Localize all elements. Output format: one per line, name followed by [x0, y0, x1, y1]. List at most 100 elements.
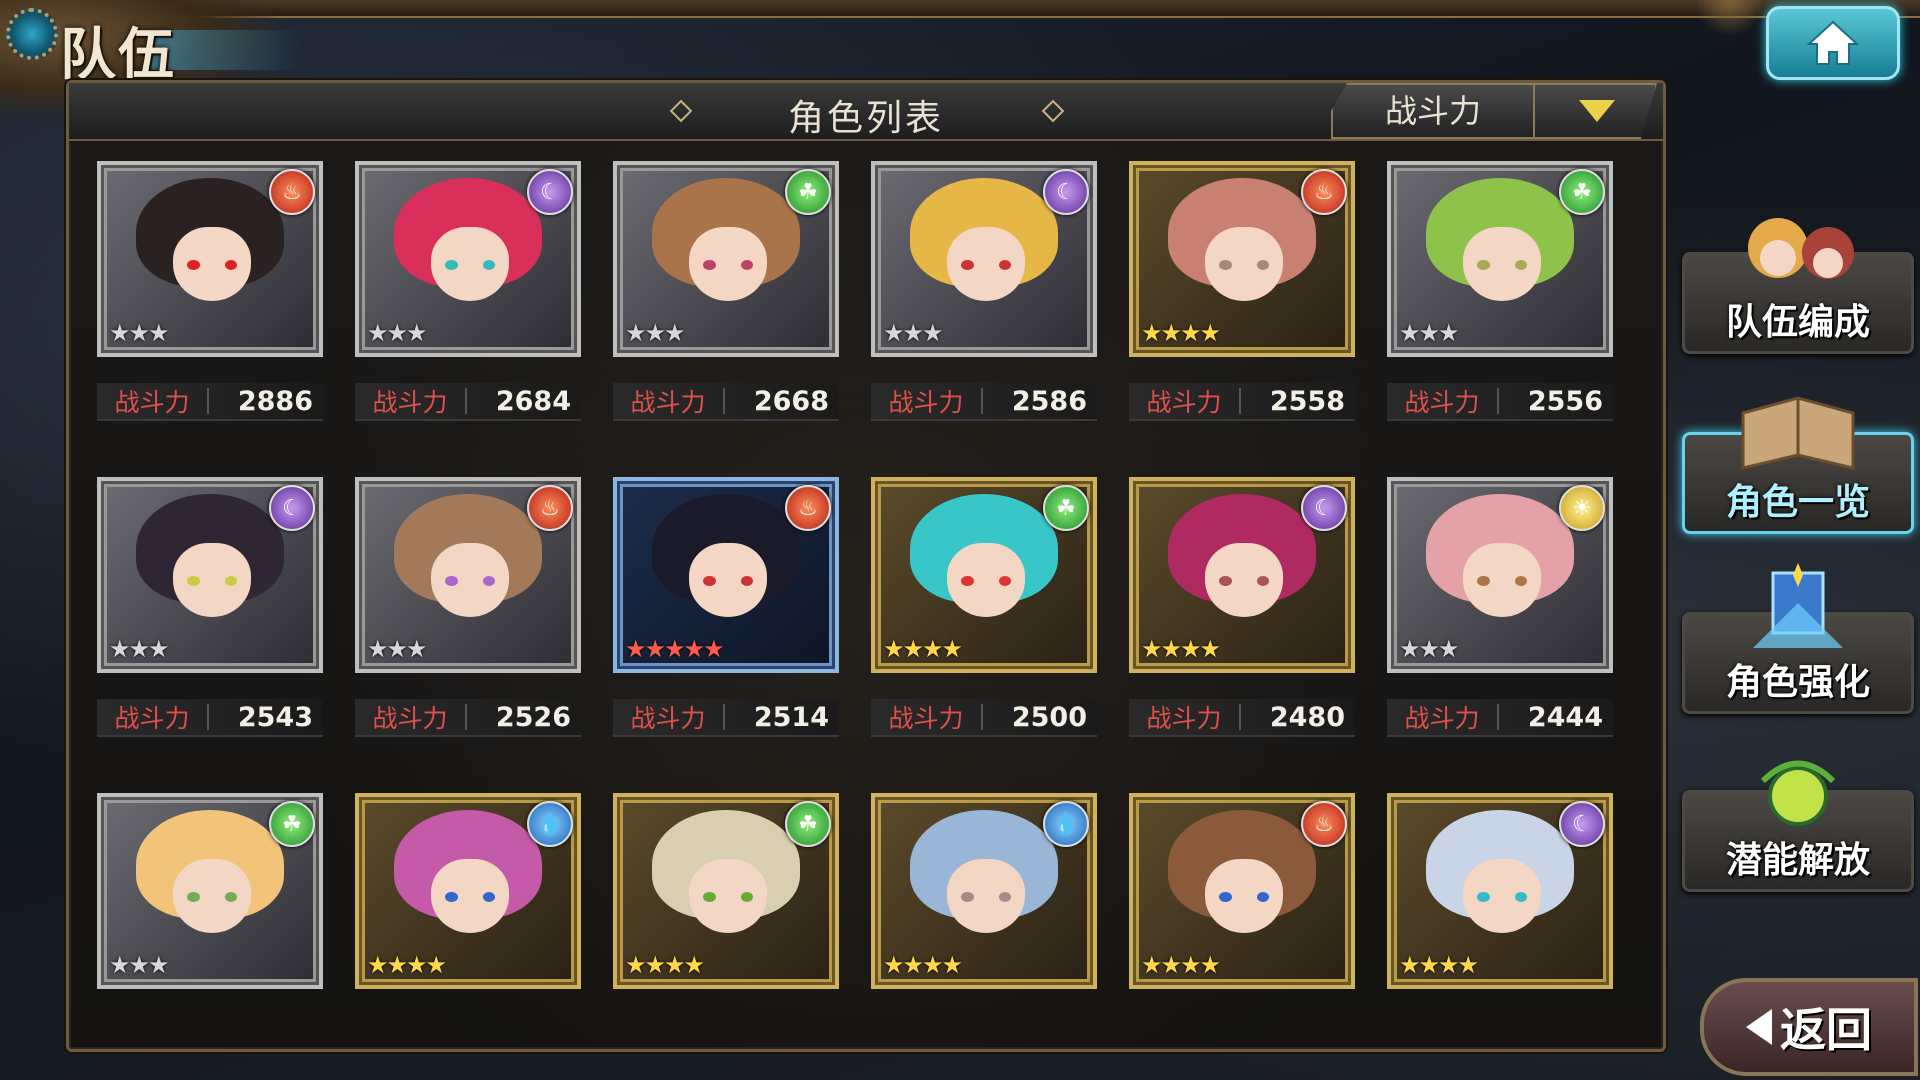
character-face — [688, 859, 768, 934]
fire-element-icon: ♨ — [785, 485, 831, 531]
character-face — [172, 859, 252, 934]
character-eye — [1256, 575, 1270, 587]
character-eye — [960, 891, 974, 903]
home-button[interactable] — [1766, 6, 1900, 80]
rarity-stars: ★★★ — [1399, 635, 1460, 663]
wind-element-icon: ☘ — [785, 169, 831, 215]
character-portrait[interactable]: ☘ ★★★★ — [613, 793, 839, 989]
sort-dropdown[interactable]: 战斗力 — [1331, 83, 1657, 139]
power-label: 战斗力 — [372, 388, 448, 417]
power-label: 战斗力 — [114, 704, 190, 733]
power-bar: 战斗力 2526 — [355, 699, 581, 737]
rarity-stars: ★★★★ — [1141, 635, 1221, 663]
character-eye — [1218, 575, 1232, 587]
power-label: 战斗力 — [888, 388, 964, 417]
power-bar: 战斗力 2556 — [1387, 383, 1613, 421]
rarity-stars: ★★★ — [109, 319, 170, 347]
side-menu-button[interactable]: 角色强化 — [1682, 563, 1914, 714]
character-eye — [998, 259, 1012, 271]
character-eye — [960, 575, 974, 587]
character-card[interactable]: ☾ ★★★★ 战斗力 2480 — [1129, 477, 1355, 737]
character-portrait[interactable]: 💧 ★★★★ — [871, 793, 1097, 989]
side-menu-button[interactable]: 角色一览 — [1682, 396, 1914, 534]
character-face — [430, 543, 510, 618]
character-portrait[interactable]: ☾ ★★★★ — [1387, 793, 1613, 989]
character-portrait[interactable]: ♨ ★★★★ — [1129, 793, 1355, 989]
character-card[interactable]: ♨ ★★★★ — [1129, 793, 1355, 1053]
power-value: 2558 — [1269, 385, 1345, 417]
character-card[interactable]: ♨ ★★★ 战斗力 2886 — [97, 161, 323, 421]
character-portrait[interactable]: ♨ ★★★ — [355, 477, 581, 673]
character-portrait[interactable]: ♨ ★★★ — [97, 161, 323, 357]
rarity-stars: ★★★★ — [1141, 319, 1221, 347]
character-card[interactable]: ☘ ★★★ 战斗力 2668 — [613, 161, 839, 421]
character-card[interactable]: ☘ ★★★★ — [613, 793, 839, 1053]
character-eye — [444, 575, 458, 587]
power-value: 2500 — [1011, 701, 1087, 733]
character-card[interactable]: ☀ ★★★ 战斗力 2444 — [1387, 477, 1613, 737]
character-card[interactable]: ♨ ★★★★★ 战斗力 2514 — [613, 477, 839, 737]
power-label: 战斗力 — [1146, 704, 1222, 733]
character-face — [1204, 227, 1284, 302]
power-bar: 战斗力 2480 — [1129, 699, 1355, 737]
character-portrait[interactable]: ☘ ★★★ — [1387, 161, 1613, 357]
character-eye — [740, 259, 754, 271]
character-eye — [224, 575, 238, 587]
character-card[interactable]: ☘ ★★★ 战斗力 2556 — [1387, 161, 1613, 421]
chevron-down-icon[interactable] — [1579, 100, 1615, 122]
character-face — [172, 227, 252, 302]
back-button[interactable]: 返回 — [1700, 978, 1918, 1076]
page-title: 队伍 — [60, 23, 176, 88]
character-card[interactable]: ☾ ★★★ 战斗力 2586 — [871, 161, 1097, 421]
character-portrait[interactable]: ☾ ★★★ — [871, 161, 1097, 357]
character-card[interactable]: ♨ ★★★★ 战斗力 2558 — [1129, 161, 1355, 421]
character-eye — [224, 259, 238, 271]
power-bar: 战斗力 2444 — [1387, 699, 1613, 737]
character-card[interactable]: ☘ ★★★★ 战斗力 2500 — [871, 477, 1097, 737]
side-menu-button[interactable]: 潜能解放 — [1682, 760, 1914, 892]
character-portrait[interactable]: ♨ ★★★★★ — [613, 477, 839, 673]
character-eye — [1256, 891, 1270, 903]
character-portrait[interactable]: 💧 ★★★★ — [355, 793, 581, 989]
gear-icon — [6, 8, 58, 60]
character-portrait[interactable]: ☀ ★★★ — [1387, 477, 1613, 673]
character-portrait[interactable]: ☘ ★★★ — [613, 161, 839, 357]
character-eye — [224, 891, 238, 903]
character-face — [1204, 859, 1284, 934]
character-card[interactable]: 💧 ★★★★ — [355, 793, 581, 1053]
character-portrait[interactable]: ♨ ★★★★ — [1129, 161, 1355, 357]
character-face — [1462, 859, 1542, 934]
power-value: 2684 — [495, 385, 571, 417]
character-card[interactable]: ☾ ★★★★ — [1387, 793, 1613, 1053]
back-button-label: 返回 — [1780, 1003, 1872, 1057]
light-element-icon: ☀ — [1559, 485, 1605, 531]
power-value: 2444 — [1527, 701, 1603, 733]
side-menu-button[interactable]: 队伍编成 — [1682, 218, 1914, 354]
power-value: 2556 — [1527, 385, 1603, 417]
character-portrait[interactable]: ☘ ★★★ — [97, 793, 323, 989]
power-value: 2514 — [753, 701, 829, 733]
character-eye — [998, 891, 1012, 903]
character-eye — [482, 575, 496, 587]
character-portrait[interactable]: ☘ ★★★★ — [871, 477, 1097, 673]
sort-dropdown-label: 战斗力 — [1333, 85, 1535, 137]
character-portrait[interactable]: ☾ ★★★ — [97, 477, 323, 673]
character-face — [946, 227, 1026, 302]
character-card[interactable]: ☾ ★★★ 战斗力 2684 — [355, 161, 581, 421]
character-eye — [444, 259, 458, 271]
character-eye — [1476, 575, 1490, 587]
character-card[interactable]: 💧 ★★★★ — [871, 793, 1097, 1053]
power-bar: 战斗力 2543 — [97, 699, 323, 737]
character-portrait[interactable]: ☾ ★★★★ — [1129, 477, 1355, 673]
rarity-stars: ★★★ — [109, 635, 170, 663]
character-card[interactable]: ☘ ★★★ — [97, 793, 323, 1053]
character-portrait[interactable]: ☾ ★★★ — [355, 161, 581, 357]
character-card[interactable]: ♨ ★★★ 战斗力 2526 — [355, 477, 581, 737]
character-eye — [444, 891, 458, 903]
character-card[interactable]: ☾ ★★★ 战斗力 2543 — [97, 477, 323, 737]
character-eye — [960, 259, 974, 271]
fire-element-icon: ♨ — [527, 485, 573, 531]
character-eye — [702, 891, 716, 903]
rarity-stars: ★★★ — [883, 319, 944, 347]
power-label: 战斗力 — [1146, 388, 1222, 417]
